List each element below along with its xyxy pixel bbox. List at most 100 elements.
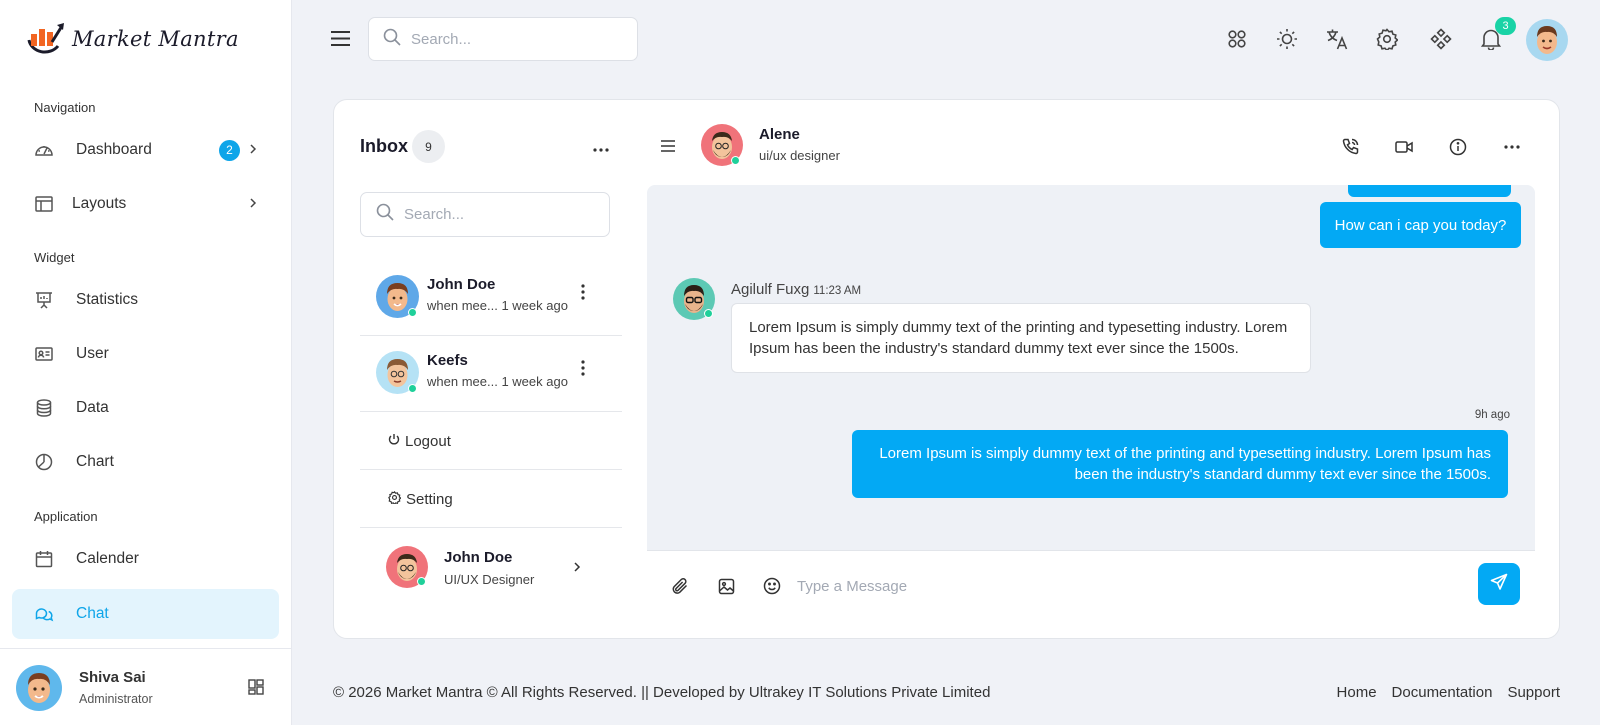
sidebar-item-data[interactable]: Data: [12, 383, 279, 433]
sidebar-item-label: Data: [76, 399, 109, 416]
message-bubble-outgoing: How can i cap you today?: [1320, 202, 1521, 248]
user-name: Shiva Sai: [79, 669, 146, 686]
menu-icon[interactable]: [330, 30, 351, 52]
logout-button[interactable]: Logout: [360, 413, 622, 470]
calendar-icon: [34, 549, 54, 569]
video-camera-icon[interactable]: [1393, 136, 1415, 158]
chat-card: Inbox 9 John Doe when mee... 1 week ago …: [333, 99, 1560, 639]
sidebar-item-user[interactable]: User: [12, 329, 279, 379]
section-label-application: Application: [34, 509, 98, 524]
message-bubble-incoming: Lorem Ipsum is simply dummy text of the …: [731, 303, 1311, 373]
section-label-navigation: Navigation: [34, 100, 96, 115]
search-bar[interactable]: [368, 17, 638, 61]
section-label-widget: Widget: [34, 250, 75, 265]
presentation-icon: [34, 290, 54, 310]
pie-chart-icon: [34, 452, 54, 472]
sidebar-item-label: Statistics: [76, 291, 139, 308]
logo-icon: [26, 20, 66, 59]
footer-copyright: © 2026 Market Mantra © All Rights Reserv…: [333, 684, 991, 701]
footer-links: Home Documentation Support: [1337, 684, 1560, 701]
message-time: 11:23 AM: [813, 285, 862, 297]
emoji-icon[interactable]: [761, 575, 783, 597]
message-bubble-partial: [1348, 185, 1511, 197]
dashboard-badge: 2: [219, 139, 240, 161]
avatar: [16, 665, 62, 711]
inbox-search-input[interactable]: [404, 206, 604, 223]
conversation-time: 1 week ago: [501, 298, 568, 313]
send-icon: [1490, 573, 1508, 596]
chat-menu-icon[interactable]: [660, 139, 676, 158]
settings-icon[interactable]: [1374, 26, 1400, 52]
sidebar-item-statistics[interactable]: Statistics: [12, 275, 279, 325]
phone-call-icon[interactable]: [1339, 136, 1361, 158]
sidebar-item-label: User: [76, 345, 109, 362]
sun-icon[interactable]: [1274, 26, 1300, 52]
message-sender: Agilulf Fuxg 11:23 AM: [731, 281, 861, 298]
translate-icon[interactable]: [1324, 26, 1350, 52]
message-composer: [647, 550, 1535, 627]
sidebar-item-label: Dashboard: [76, 141, 152, 158]
message-list[interactable]: How can i cap you today? Agilulf Fuxg 11:…: [647, 185, 1535, 550]
sidebar-user[interactable]: Shiva Sai Administrator: [0, 648, 292, 725]
power-icon: [388, 433, 400, 449]
sidebar-item-label: Chat: [76, 605, 109, 622]
topbar: 3: [292, 0, 1600, 78]
apps-icon[interactable]: [1224, 26, 1250, 52]
notification-badge: 3: [1495, 17, 1516, 35]
sidebar-item-layouts[interactable]: Layouts: [12, 179, 279, 229]
sidebar-item-calender[interactable]: Calender: [12, 534, 279, 584]
more-horizontal-icon[interactable]: [593, 136, 609, 157]
chevron-right-icon[interactable]: [572, 560, 582, 578]
sender-name: Agilulf Fuxg: [731, 281, 810, 298]
setting-button[interactable]: Setting: [360, 471, 622, 528]
diamond-grid-icon[interactable]: [1428, 26, 1454, 52]
database-icon: [34, 398, 54, 418]
dashboard-grid-icon[interactable]: [248, 679, 264, 700]
more-vertical-icon[interactable]: [578, 360, 588, 376]
chevron-right-icon: [248, 142, 258, 158]
contact-name: Alene: [759, 126, 800, 143]
chat-icon: [34, 604, 54, 624]
sidebar-item-label: Layouts: [72, 195, 127, 212]
inbox-title: Inbox: [360, 136, 408, 156]
footer-link-home[interactable]: Home: [1337, 684, 1377, 701]
inbox-count: 9: [412, 130, 445, 163]
footer-link-documentation[interactable]: Documentation: [1392, 684, 1493, 701]
topbar-avatar[interactable]: [1526, 19, 1568, 61]
id-card-icon: [34, 344, 54, 364]
paperclip-icon[interactable]: [669, 575, 691, 597]
message-text: Lorem Ipsum is simply dummy text of the …: [879, 445, 1491, 483]
profile-card[interactable]: John Doe UI/UX Designer: [360, 530, 622, 610]
message-input[interactable]: [797, 573, 1397, 599]
layout-icon: [34, 194, 54, 214]
sidebar-item-label: Chart: [76, 453, 114, 470]
message-bubble-outgoing: Lorem Ipsum is simply dummy text of the …: [852, 430, 1508, 498]
more-vertical-icon[interactable]: [578, 284, 588, 300]
conversation-name: John Doe: [427, 276, 496, 293]
send-button[interactable]: [1478, 563, 1520, 605]
sidebar-item-chat[interactable]: Chat: [12, 589, 279, 639]
footer-link-support[interactable]: Support: [1507, 684, 1560, 701]
search-input[interactable]: [411, 30, 611, 48]
sidebar-item-dashboard[interactable]: Dashboard 2: [12, 125, 279, 175]
logo[interactable]: Market Mantra: [26, 20, 239, 58]
logout-label: Logout: [405, 432, 451, 450]
gauge-icon: [34, 140, 54, 160]
search-icon: [376, 203, 394, 226]
profile-role: UI/UX Designer: [444, 572, 535, 587]
image-icon[interactable]: [715, 575, 737, 597]
online-status-dot: [704, 309, 713, 318]
online-status-dot: [417, 577, 426, 586]
online-status-dot: [731, 156, 740, 165]
conversation-item[interactable]: Keefs when mee... 1 week ago: [360, 336, 622, 412]
online-status-dot: [408, 308, 417, 317]
setting-label: Setting: [406, 490, 453, 508]
info-icon[interactable]: [1447, 136, 1469, 158]
sidebar-item-chart[interactable]: Chart: [12, 437, 279, 487]
more-horizontal-icon[interactable]: [1501, 136, 1523, 158]
conversation-item[interactable]: John Doe when mee... 1 week ago: [360, 260, 622, 336]
online-status-dot: [408, 384, 417, 393]
conversation-name: Keefs: [427, 352, 468, 369]
inbox-search[interactable]: [360, 192, 610, 237]
conversation-preview: when mee... 1 week ago: [427, 298, 568, 313]
